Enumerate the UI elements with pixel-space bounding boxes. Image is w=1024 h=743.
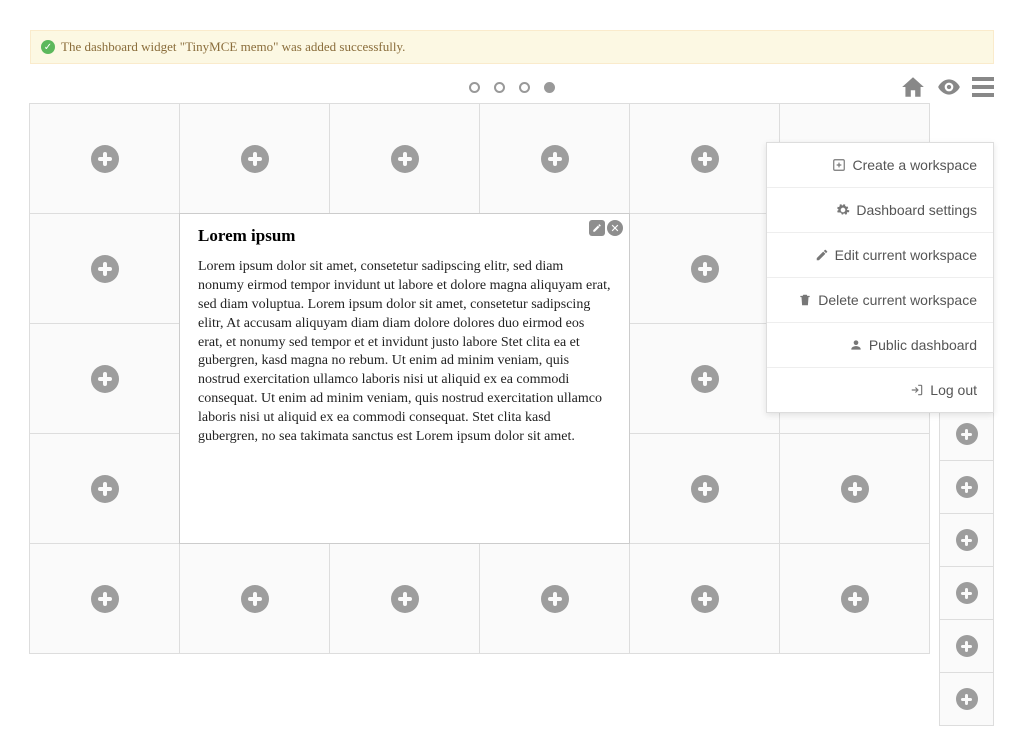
edit-icon	[815, 248, 829, 262]
empty-cell[interactable]	[179, 103, 330, 214]
menu-item-log-out[interactable]: Log out	[767, 368, 993, 412]
pager-dot-1[interactable]	[494, 82, 505, 93]
empty-cell[interactable]	[779, 433, 930, 544]
add-widget-icon	[541, 145, 569, 173]
side-empty-cell[interactable]	[939, 460, 994, 514]
empty-cell[interactable]	[29, 433, 180, 544]
empty-cell[interactable]	[329, 543, 480, 654]
pager-dot-0[interactable]	[469, 82, 480, 93]
top-bar	[0, 64, 1024, 104]
side-empty-cell[interactable]	[939, 619, 994, 673]
menu-item-label: Dashboard settings	[856, 202, 977, 218]
empty-cell[interactable]	[629, 103, 780, 214]
person-icon	[849, 338, 863, 352]
check-circle-icon: ✓	[41, 40, 55, 54]
workspace-pager	[469, 82, 555, 93]
menu-item-public-dashboard[interactable]: Public dashboard	[767, 323, 993, 368]
signout-icon	[910, 383, 924, 397]
empty-cell[interactable]	[29, 103, 180, 214]
menu-item-label: Edit current workspace	[835, 247, 977, 263]
plus-square-icon	[832, 158, 846, 172]
empty-cell[interactable]	[629, 323, 780, 434]
add-widget-icon	[691, 145, 719, 173]
add-widget-icon	[91, 145, 119, 173]
toolbar	[900, 74, 994, 100]
menu-item-label: Create a workspace	[852, 157, 977, 173]
add-widget-icon	[691, 365, 719, 393]
success-alert: ✓ The dashboard widget "TinyMCE memo" wa…	[30, 30, 994, 64]
add-widget-icon	[691, 585, 719, 613]
add-widget-icon	[241, 145, 269, 173]
trash-icon	[798, 293, 812, 307]
add-widget-icon	[391, 585, 419, 613]
add-widget-icon	[391, 145, 419, 173]
add-widget-icon	[956, 582, 978, 604]
eye-icon[interactable]	[936, 74, 962, 100]
memo-widget: ✕Lorem ipsum Lorem ipsum dolor sit amet, …	[179, 213, 630, 544]
pager-dot-2[interactable]	[519, 82, 530, 93]
widget-title: Lorem ipsum	[198, 226, 611, 246]
empty-cell[interactable]	[479, 543, 630, 654]
add-widget-icon	[841, 585, 869, 613]
hamburger-icon[interactable]	[972, 77, 994, 97]
empty-cell[interactable]	[779, 543, 930, 654]
add-widget-icon	[956, 635, 978, 657]
menu-item-delete-current-workspace[interactable]: Delete current workspace	[767, 278, 993, 323]
empty-cell[interactable]	[329, 103, 480, 214]
add-widget-icon	[956, 423, 978, 445]
side-add-column	[939, 408, 994, 726]
widget-edit-button[interactable]	[589, 220, 605, 236]
empty-cell[interactable]	[29, 213, 180, 324]
empty-cell[interactable]	[179, 543, 330, 654]
widget-body: Lorem ipsum dolor sit amet, consetetur s…	[198, 258, 611, 447]
add-widget-icon	[91, 365, 119, 393]
add-widget-icon	[956, 688, 978, 710]
add-widget-icon	[241, 585, 269, 613]
add-widget-icon	[691, 255, 719, 283]
add-widget-icon	[91, 255, 119, 283]
menu-item-label: Delete current workspace	[818, 292, 977, 308]
empty-cell[interactable]	[479, 103, 630, 214]
menu-item-create-a-workspace[interactable]: Create a workspace	[767, 143, 993, 188]
widget-close-button[interactable]: ✕	[607, 220, 623, 236]
add-widget-icon	[91, 475, 119, 503]
side-empty-cell[interactable]	[939, 513, 994, 567]
empty-cell[interactable]	[629, 213, 780, 324]
empty-cell[interactable]	[629, 543, 780, 654]
empty-cell[interactable]	[29, 323, 180, 434]
side-empty-cell[interactable]	[939, 407, 994, 461]
add-widget-icon	[541, 585, 569, 613]
home-icon[interactable]	[900, 74, 926, 100]
pager-dot-3[interactable]	[544, 82, 555, 93]
menu-item-label: Log out	[930, 382, 977, 398]
add-widget-icon	[841, 475, 869, 503]
add-widget-icon	[91, 585, 119, 613]
add-widget-icon	[956, 476, 978, 498]
side-empty-cell[interactable]	[939, 672, 994, 726]
main-menu-dropdown: Create a workspace Dashboard settings Edit…	[766, 142, 994, 413]
menu-item-edit-current-workspace[interactable]: Edit current workspace	[767, 233, 993, 278]
menu-item-dashboard-settings[interactable]: Dashboard settings	[767, 188, 993, 233]
empty-cell[interactable]	[629, 433, 780, 544]
gear-icon	[836, 203, 850, 217]
side-empty-cell[interactable]	[939, 566, 994, 620]
add-widget-icon	[956, 529, 978, 551]
widget-controls: ✕	[589, 220, 623, 236]
alert-text: The dashboard widget "TinyMCE memo" was …	[61, 39, 405, 55]
menu-item-label: Public dashboard	[869, 337, 977, 353]
add-widget-icon	[691, 475, 719, 503]
empty-cell[interactable]	[29, 543, 180, 654]
